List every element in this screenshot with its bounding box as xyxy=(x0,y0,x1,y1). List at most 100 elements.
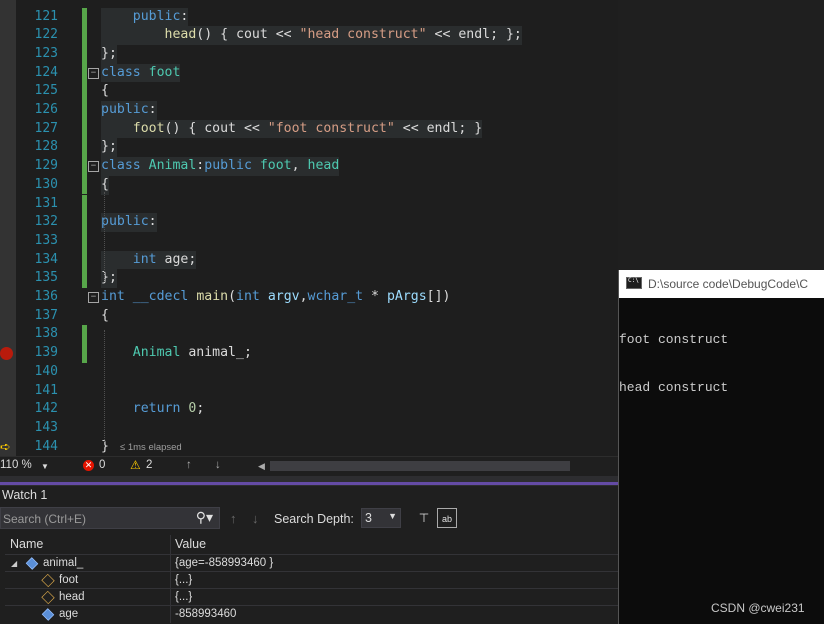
change-indicator xyxy=(82,101,87,120)
code-token: pArgs xyxy=(386,289,427,304)
code-editor[interactable]: 121 public: 122 head() { cout << "head co… xyxy=(0,0,618,456)
watch-row[interactable]: head {...} xyxy=(5,588,618,606)
error-count[interactable]: 0 xyxy=(99,459,105,471)
code-token: : xyxy=(180,8,189,24)
code-line[interactable]: 132 public: xyxy=(0,213,618,232)
error-icon[interactable]: ✕ xyxy=(83,460,94,471)
code-token: public xyxy=(101,214,149,230)
change-indicator xyxy=(82,7,87,27)
watch-value[interactable]: {age=-858993460 } xyxy=(175,555,273,572)
code-line[interactable]: 125 { xyxy=(0,82,618,101)
console-output: foot construct head construct xyxy=(619,300,728,428)
watch-value[interactable]: -858993460 xyxy=(175,606,236,623)
code-line[interactable]: 131 xyxy=(0,194,618,214)
search-depth-select[interactable]: 3 ▼ xyxy=(361,508,401,528)
watch-title[interactable]: Watch 1 xyxy=(2,488,47,502)
console-window[interactable]: D:\source code\DebugCode\C foot construc… xyxy=(618,270,824,624)
code-line[interactable]: 134 int age; xyxy=(0,250,618,270)
code-token: Animal xyxy=(132,345,181,361)
horizontal-scrollbar[interactable] xyxy=(270,461,570,471)
collapse-icon[interactable]: − xyxy=(88,292,99,303)
code-line[interactable]: 129 − class Animal:public foot, head xyxy=(0,157,618,176)
zoom-level[interactable]: 110 % xyxy=(0,459,32,471)
code-line[interactable]: 133 xyxy=(0,231,618,251)
code-line[interactable]: 139 Animal animal_; xyxy=(0,344,618,363)
code-text: public: xyxy=(101,213,157,232)
line-number: 123 xyxy=(34,45,58,61)
pin-icon[interactable]: ⊤ xyxy=(414,508,434,528)
code-line[interactable]: 142 return 0; xyxy=(0,400,618,419)
search-icon[interactable]: ⚲▾ xyxy=(196,509,213,526)
code-token: head xyxy=(164,27,197,43)
code-line[interactable]: 140 xyxy=(0,363,618,382)
line-number: 134 xyxy=(34,251,58,267)
code-line[interactable]: 141 xyxy=(0,382,618,401)
code-token: public xyxy=(132,8,181,24)
line-number: 130 xyxy=(34,176,58,192)
code-line[interactable]: 124 − class foot xyxy=(0,63,618,83)
zoom-dropdown-icon[interactable]: ▼ xyxy=(41,462,49,471)
code-token: { xyxy=(101,176,109,192)
code-line[interactable]: 137 { xyxy=(0,307,618,326)
watch-row[interactable]: foot {...} xyxy=(5,571,618,589)
watch-row[interactable]: ◢ animal_ {age=-858993460 } xyxy=(5,554,618,572)
search-next-icon[interactable]: ↓ xyxy=(252,511,259,526)
watch-row[interactable]: age -858993460 xyxy=(5,605,618,623)
code-token: Animal xyxy=(148,158,197,174)
code-line[interactable]: 121 public: xyxy=(0,7,618,27)
search-depth-label: Search Depth: xyxy=(274,512,354,526)
code-line[interactable]: 136 − int __cdecl main(int argv,wchar_t * … xyxy=(0,288,618,307)
code-line[interactable]: 122 head() { cout << "head construct" <<… xyxy=(0,26,618,45)
line-number: 127 xyxy=(34,120,58,136)
code-token: }; xyxy=(101,139,117,155)
line-number: 141 xyxy=(34,382,58,398)
console-line: head construct xyxy=(619,380,729,395)
panel-splitter[interactable] xyxy=(0,476,618,486)
arrow-down-icon[interactable]: ↓ xyxy=(215,459,221,471)
scroll-left-icon[interactable]: ◀ xyxy=(258,461,265,472)
change-indicator xyxy=(82,119,87,139)
watch-value[interactable]: {...} xyxy=(175,589,192,606)
code-text: { xyxy=(101,82,109,101)
code-text: Animal animal_; xyxy=(101,344,252,363)
watch-value[interactable]: {...} xyxy=(175,572,192,589)
indent-guide xyxy=(104,192,105,282)
search-input[interactable]: Search (Ctrl+E) ⚲▾ xyxy=(0,507,220,529)
breakpoint-icon[interactable] xyxy=(0,347,13,361)
code-token: animal_ xyxy=(188,345,244,361)
code-line[interactable]: 127 foot() { cout << "foot construct" <<… xyxy=(0,119,618,139)
line-number: 132 xyxy=(34,214,58,230)
code-token: , xyxy=(299,289,308,304)
view-format-icon[interactable]: ab xyxy=(437,508,457,528)
code-token: foot xyxy=(132,120,165,136)
code-text: head() { cout << "head construct" << end… xyxy=(101,26,522,45)
code-token: : xyxy=(148,102,157,117)
warning-icon[interactable]: ⚠ xyxy=(130,458,141,472)
code-token: foot xyxy=(148,64,181,80)
code-line[interactable]: 138 xyxy=(0,325,618,345)
code-line[interactable]: 135}; xyxy=(0,269,618,288)
console-title-bar[interactable]: D:\source code\DebugCode\C xyxy=(619,270,824,298)
code-token: endl xyxy=(426,120,459,136)
expand-icon[interactable]: ◢ xyxy=(11,555,17,572)
column-header-name[interactable]: Name xyxy=(10,535,43,554)
code-line[interactable]: 143 xyxy=(0,419,618,438)
code-line[interactable]: 128}; xyxy=(0,138,618,158)
column-header-value[interactable]: Value xyxy=(175,535,206,554)
code-line[interactable]: 123}; xyxy=(0,44,618,64)
collapse-icon[interactable]: − xyxy=(88,161,99,173)
change-indicator xyxy=(82,26,87,45)
code-text: }; xyxy=(101,138,117,158)
code-token: class xyxy=(101,64,141,80)
line-number: 125 xyxy=(34,83,58,99)
code-line[interactable]: 130 { xyxy=(0,175,618,195)
search-previous-icon[interactable]: ↑ xyxy=(230,511,237,526)
collapse-icon[interactable]: − xyxy=(88,67,99,79)
execution-pointer-icon[interactable]: ➪ xyxy=(0,441,15,454)
arrow-up-icon[interactable]: ↑ xyxy=(186,459,192,471)
code-line[interactable]: 144} ➪ ≤ 1ms elapsed xyxy=(0,438,618,456)
warning-count[interactable]: 2 xyxy=(146,459,152,471)
code-line[interactable]: 126 public: xyxy=(0,101,618,120)
